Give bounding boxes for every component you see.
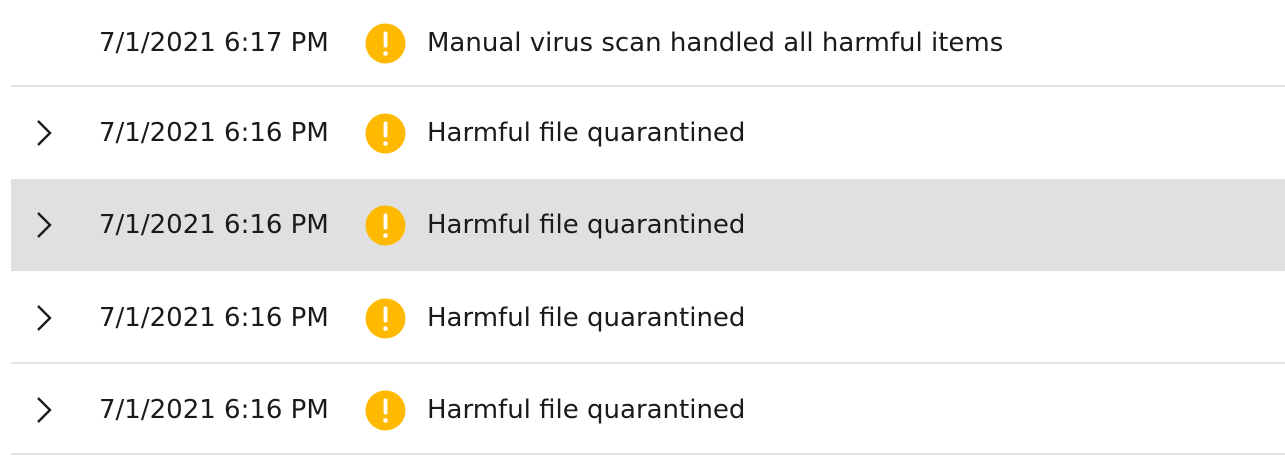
warning-icon (365, 298, 406, 339)
warning-icon (365, 113, 406, 154)
chevron-right-icon[interactable] (33, 396, 55, 424)
warning-icon (365, 390, 406, 431)
warning-icon (365, 205, 406, 246)
history-item-selected[interactable]: 7/1/2021 6:16 PM Harmful file quarantine… (11, 179, 1285, 271)
history-item[interactable]: 7/1/2021 6:16 PM Harmful file quarantine… (11, 272, 1285, 364)
history-item-message: Harmful file quarantined (427, 303, 746, 333)
history-item[interactable]: 7/1/2021 6:16 PM Harmful file quarantine… (11, 364, 1285, 456)
chevron-right-icon[interactable] (33, 119, 55, 147)
history-item-message: Manual virus scan handled all harmful it… (427, 28, 1004, 58)
history-item[interactable]: 7/1/2021 6:17 PM Manual virus scan handl… (11, 0, 1285, 89)
history-item-message: Harmful file quarantined (427, 210, 746, 240)
chevron-right-icon[interactable] (33, 304, 55, 332)
history-item-message: Harmful file quarantined (427, 118, 746, 148)
protection-history-list: 7/1/2021 6:17 PM Manual virus scan handl… (0, 0, 1285, 455)
history-item-timestamp: 7/1/2021 6:16 PM (99, 210, 329, 240)
history-item-message: Harmful file quarantined (427, 395, 746, 425)
history-item-timestamp: 7/1/2021 6:17 PM (99, 28, 329, 58)
chevron-right-icon[interactable] (33, 211, 55, 239)
history-item-timestamp: 7/1/2021 6:16 PM (99, 395, 329, 425)
warning-icon (365, 23, 406, 64)
history-item[interactable]: 7/1/2021 6:16 PM Harmful file quarantine… (11, 87, 1285, 179)
history-item-timestamp: 7/1/2021 6:16 PM (99, 303, 329, 333)
history-item-timestamp: 7/1/2021 6:16 PM (99, 118, 329, 148)
